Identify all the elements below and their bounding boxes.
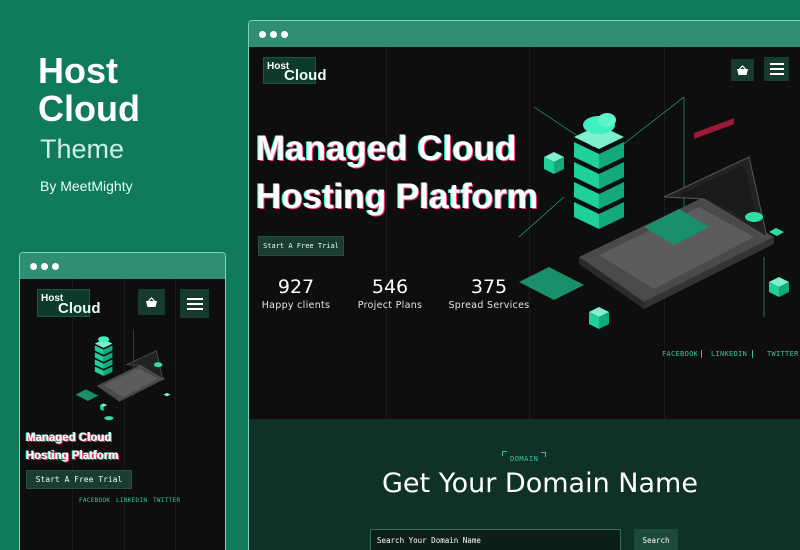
social-link-twitter[interactable]: TWITTER: [153, 497, 180, 504]
domain-tag: DOMAIN: [510, 455, 539, 463]
window-title-bar: [20, 253, 225, 279]
window-dot-icon: [259, 30, 266, 38]
hero-title: Managed Cloud Hosting Platform: [256, 125, 538, 221]
mobile-preview-window: Host Cloud Managed Cloud Hosting Platfor…: [19, 252, 226, 550]
cart-button[interactable]: [731, 59, 754, 81]
logo-text-cloud: Cloud: [284, 67, 327, 84]
domain-search-section: DOMAIN Get Your Domain Name Search Your …: [249, 419, 800, 550]
promo-subtitle: Theme: [40, 134, 125, 164]
social-link-linkedin[interactable]: LINKEDIN: [116, 497, 147, 504]
basket-icon: [737, 64, 748, 75]
cloud-server-illustration: [518, 96, 789, 329]
hero-title-line1: Managed Cloud: [256, 129, 517, 168]
window-dot-icon: [52, 262, 59, 270]
basket-icon: [146, 296, 157, 307]
site-logo[interactable]: Host Cloud: [37, 289, 101, 317]
menu-button[interactable]: [764, 57, 789, 81]
desktop-page: Host Cloud Managed Cloud Hosting Platfor…: [249, 47, 800, 550]
hero-title-line1: Managed Cloud: [26, 432, 112, 444]
start-free-trial-button[interactable]: Start A Free Trial: [258, 236, 344, 256]
cloud-server-illustration: [75, 329, 171, 421]
hero-title-line2: Hosting Platform: [256, 177, 538, 216]
domain-title: Get Your Domain Name: [382, 468, 698, 499]
hamburger-menu-icon: [186, 297, 203, 300]
window-dot-icon: [270, 30, 277, 38]
social-link-linkedin[interactable]: LINKEDIN: [711, 350, 747, 358]
window-dot-icon: [281, 30, 288, 38]
social-link-twitter[interactable]: TWITTER: [767, 350, 799, 358]
window-dot-icon: [30, 262, 37, 270]
hero-title-line2: Hosting Platform: [26, 450, 119, 462]
stat-label: Project Plans: [357, 300, 423, 311]
start-free-trial-button[interactable]: Start A Free Trial: [26, 470, 132, 489]
social-link-facebook[interactable]: FACEBOOK: [662, 350, 698, 358]
promo-author: By MeetMighty: [40, 178, 133, 194]
domain-search-button[interactable]: Search: [634, 529, 678, 550]
window-title-bar: [249, 21, 800, 47]
stat-value: 546: [371, 276, 409, 298]
hero-title: Managed Cloud Hosting Platform: [26, 429, 119, 465]
menu-button[interactable]: [180, 289, 209, 318]
stat-value: 927: [277, 276, 315, 298]
stat-label: Happy clients: [261, 300, 331, 311]
social-link-facebook[interactable]: FACEBOOK: [79, 497, 110, 504]
site-logo[interactable]: Host Cloud: [263, 57, 327, 84]
desktop-preview-window: Host Cloud Managed Cloud Hosting Platfor…: [248, 20, 800, 550]
promo-title: Host Cloud: [38, 50, 140, 129]
cart-button[interactable]: [138, 289, 165, 315]
hamburger-menu-icon: [769, 63, 784, 65]
mobile-page: Host Cloud Managed Cloud Hosting Platfor…: [20, 279, 225, 550]
logo-text-cloud: Cloud: [58, 300, 101, 317]
window-dot-icon: [41, 262, 48, 270]
domain-search-input[interactable]: Search Your Domain Name: [370, 529, 621, 550]
